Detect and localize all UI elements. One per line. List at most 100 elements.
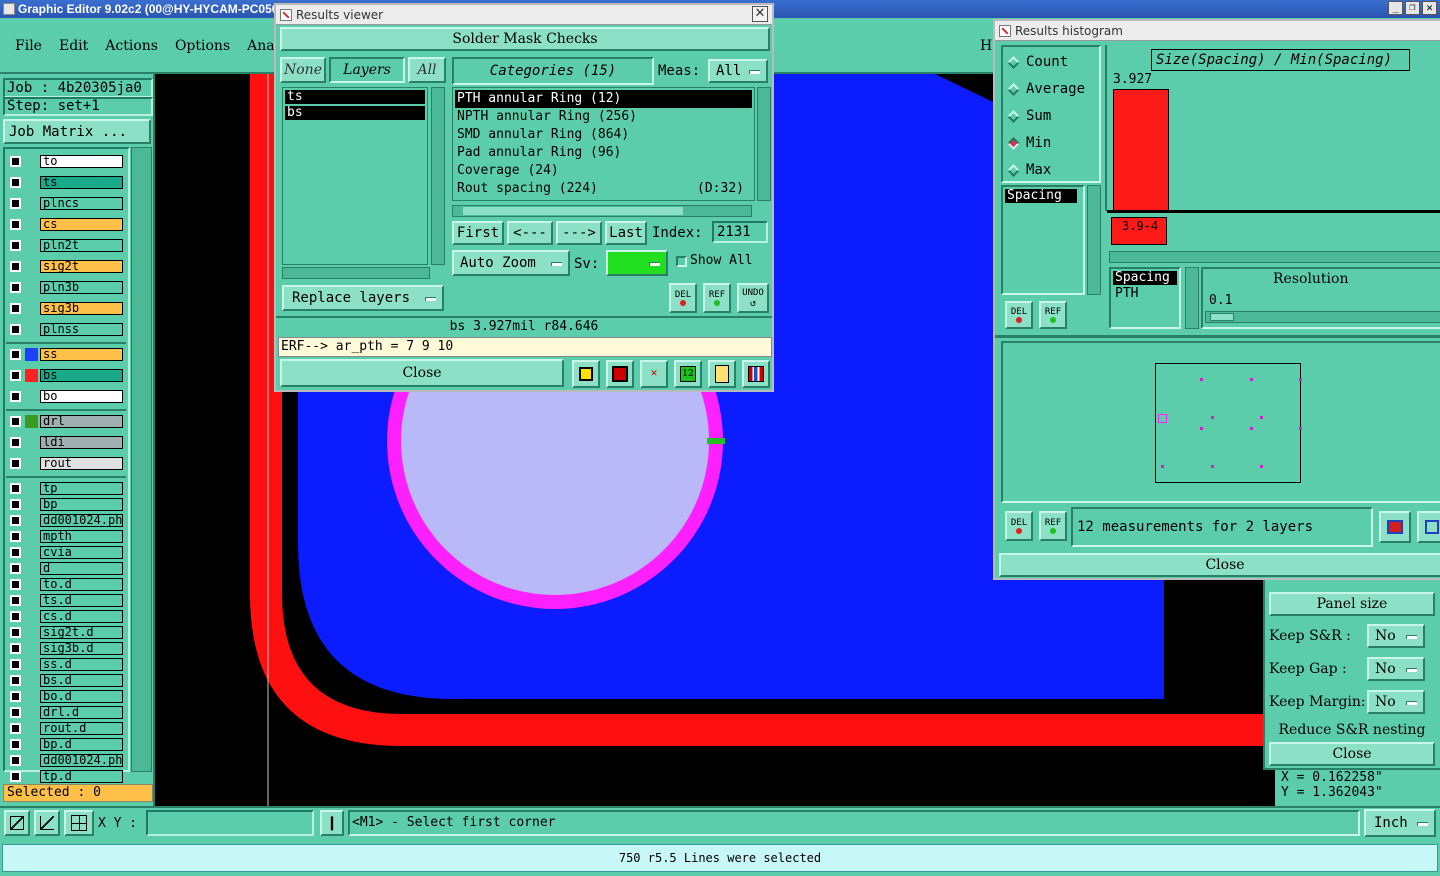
layer-name[interactable]: bs.d: [40, 674, 123, 687]
layer-name[interactable]: bp.d: [40, 738, 123, 751]
layer-checkbox[interactable]: [10, 370, 21, 381]
xy-input[interactable]: [146, 810, 314, 836]
marker-icon[interactable]: [606, 360, 634, 388]
layer-row[interactable]: tp: [0, 481, 130, 497]
layer-name[interactable]: tp.d: [40, 770, 123, 783]
ref-button[interactable]: REF: [703, 283, 731, 313]
layer-row[interactable]: tp.d: [0, 769, 130, 785]
layers-tab[interactable]: Layers: [329, 57, 405, 83]
layer-listbox-hscroll[interactable]: [282, 267, 430, 279]
layer-row[interactable]: ss: [0, 347, 130, 363]
mode-radio-min[interactable]: Min: [1007, 134, 1051, 152]
mode-radio-count[interactable]: Count: [1007, 53, 1068, 71]
layer-list-item-ts[interactable]: ts: [285, 90, 425, 104]
category-item[interactable]: Pad annular Ring (96): [455, 144, 752, 162]
layer-list-item-bs[interactable]: bs: [285, 106, 425, 120]
layer-row[interactable]: pln2t: [0, 238, 130, 254]
layer-checkbox[interactable]: [10, 324, 21, 335]
layer-checkbox[interactable]: [10, 771, 21, 782]
layer-color-swatch[interactable]: [25, 415, 38, 428]
layer-row[interactable]: bp.d: [0, 737, 130, 753]
layer-name[interactable]: ss: [40, 348, 123, 361]
layer-checkbox[interactable]: [10, 611, 21, 622]
layer-checkbox[interactable]: [10, 198, 21, 209]
measurement-dot[interactable]: [1299, 378, 1302, 381]
first-button[interactable]: First: [452, 221, 504, 245]
panel-close-button[interactable]: Close: [1269, 742, 1435, 766]
layer-name[interactable]: sig3b: [40, 302, 123, 315]
layer-checkbox[interactable]: [10, 437, 21, 448]
category-item[interactable]: NPTH annular Ring (256): [455, 108, 752, 126]
category-vscroll[interactable]: [757, 87, 771, 201]
menu-file[interactable]: File: [15, 38, 42, 54]
filter-listbox[interactable]: Spacing PTH: [1109, 267, 1181, 329]
layer-color-swatch[interactable]: [25, 369, 38, 382]
replace-layers-dropdown[interactable]: Replace layers: [282, 285, 444, 311]
panel-size-button[interactable]: Panel size: [1269, 592, 1435, 616]
keep-gap-dropdown[interactable]: No: [1367, 657, 1425, 681]
del-button[interactable]: DEL: [669, 283, 697, 313]
layer-name[interactable]: d: [40, 562, 123, 575]
layer-name[interactable]: tp: [40, 482, 123, 495]
keep-sr-dropdown[interactable]: No: [1367, 624, 1425, 648]
layer-row[interactable]: ss.d: [0, 657, 130, 673]
layer-name[interactable]: mpth: [40, 530, 123, 543]
zoom-area-icon[interactable]: [1417, 511, 1440, 543]
category-hscroll[interactable]: [452, 205, 752, 217]
numbering-icon[interactable]: 12: [674, 360, 702, 388]
layer-row[interactable]: bp: [0, 497, 130, 513]
layer-checkbox[interactable]: [10, 595, 21, 606]
histogram-close-button[interactable]: Close: [999, 553, 1440, 577]
layer-name[interactable]: ts: [40, 176, 123, 189]
layer-name[interactable]: bo.d: [40, 690, 123, 703]
layer-checkbox[interactable]: [10, 483, 21, 494]
menu-options[interactable]: Options: [175, 38, 230, 54]
layer-listbox[interactable]: ts bs: [282, 87, 428, 265]
hist-del-button-2[interactable]: DEL: [1005, 511, 1033, 541]
all-button[interactable]: All: [408, 57, 446, 83]
layer-row[interactable]: ts.d: [0, 593, 130, 609]
measurement-dot[interactable]: [1200, 427, 1203, 430]
layer-row[interactable]: mpth: [0, 529, 130, 545]
layer-name[interactable]: drl.d: [40, 706, 123, 719]
measurement-dot[interactable]: [1260, 416, 1263, 419]
index-input[interactable]: 2131: [712, 221, 768, 243]
layer-name[interactable]: cvia: [40, 546, 123, 559]
category-item[interactable]: SMD annular Ring (864): [455, 126, 752, 144]
layer-row[interactable]: bs: [0, 368, 130, 384]
layer-row[interactable]: to: [0, 154, 130, 170]
filter-item-spacing[interactable]: Spacing: [1113, 271, 1177, 285]
mode-radio-max[interactable]: Max: [1007, 161, 1051, 179]
layer-name[interactable]: ts.d: [40, 594, 123, 607]
filter-vscroll[interactable]: [1185, 267, 1199, 329]
layer-row[interactable]: bo.d: [0, 689, 130, 705]
layer-checkbox[interactable]: [10, 219, 21, 230]
layer-checkbox[interactable]: [10, 515, 21, 526]
filter-item-pth[interactable]: PTH: [1113, 287, 1177, 301]
layer-row[interactable]: drl.d: [0, 705, 130, 721]
layer-name[interactable]: dd001024.pho: [40, 514, 123, 527]
layer-row[interactable]: rout: [0, 456, 130, 472]
histogram-hscroll[interactable]: [1109, 251, 1440, 263]
preview-frame[interactable]: [1155, 363, 1302, 483]
category-listbox[interactable]: PTH annular Ring (12) NPTH annular Ring (…: [452, 87, 755, 201]
keep-margin-dropdown[interactable]: No: [1367, 690, 1425, 714]
hist-ref-button[interactable]: REF: [1039, 301, 1067, 329]
layer-name[interactable]: drl: [40, 415, 123, 428]
measurement-dot[interactable]: [1250, 427, 1253, 430]
zoom-fit-icon[interactable]: [1379, 511, 1411, 543]
layer-name[interactable]: to.d: [40, 578, 123, 591]
layer-checkbox[interactable]: [10, 156, 21, 167]
auto-zoom-dropdown[interactable]: Auto Zoom: [452, 250, 570, 276]
measurement-dot[interactable]: [1211, 465, 1214, 468]
layer-row[interactable]: cs: [0, 217, 130, 233]
layer-row[interactable]: ldi: [0, 435, 130, 451]
layer-name[interactable]: pln3b: [40, 281, 123, 294]
ref-clear-icon[interactable]: ✕: [640, 360, 668, 388]
layer-checkbox[interactable]: [10, 303, 21, 314]
layer-row[interactable]: cvia: [0, 545, 130, 561]
layer-row[interactable]: drl: [0, 414, 130, 430]
job-matrix-button[interactable]: Job Matrix ...: [3, 119, 151, 144]
layer-name[interactable]: bp: [40, 498, 123, 511]
category-item[interactable]: Rout spacing (224) (D:32): [455, 180, 752, 198]
